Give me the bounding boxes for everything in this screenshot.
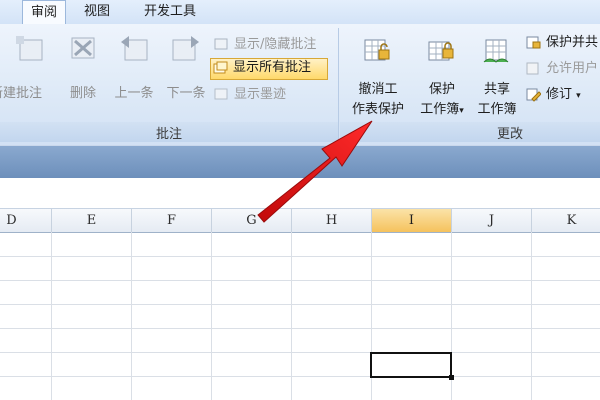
column-header-i[interactable]: I bbox=[372, 209, 452, 232]
grid-line bbox=[291, 232, 292, 400]
next-comment-button[interactable]: 下一条 bbox=[160, 32, 212, 102]
column-headers: D E F G H I J K bbox=[0, 209, 600, 233]
new-comment-button[interactable]: 新建批注 bbox=[0, 32, 58, 102]
fill-handle[interactable] bbox=[449, 375, 454, 380]
grid-line bbox=[0, 352, 600, 353]
unprotect-sheet-button[interactable]: 撤消工 作表保护 bbox=[346, 36, 410, 117]
previous-comment-button[interactable]: 上一条 bbox=[108, 32, 160, 102]
show-hide-comment-button[interactable]: 显示/隐藏批注 bbox=[212, 35, 332, 55]
grid-line bbox=[531, 232, 532, 400]
show-all-comments-button[interactable]: 显示所有批注 bbox=[210, 58, 328, 80]
unprotect-sheet-icon bbox=[364, 39, 390, 61]
grid-line bbox=[131, 232, 132, 400]
formula-bar-area bbox=[0, 145, 600, 178]
grid-line bbox=[0, 304, 600, 305]
grid-line bbox=[51, 232, 52, 400]
column-header-j[interactable]: J bbox=[452, 209, 532, 232]
excel-window: 审阅 视图 开发工具 批注 新建批注 删除 上一条 bbox=[0, 0, 600, 400]
formula-bar[interactable] bbox=[0, 178, 600, 209]
group-separator bbox=[338, 28, 339, 140]
dropdown-arrow-icon: ▾ bbox=[459, 106, 464, 116]
show-ink-button[interactable]: 显示墨迹 bbox=[212, 85, 322, 105]
column-header-d[interactable]: D bbox=[0, 209, 52, 232]
grid-line bbox=[211, 232, 212, 400]
allow-users-edit-ranges-button[interactable]: 允许用户 bbox=[524, 59, 600, 79]
column-header-h[interactable]: H bbox=[292, 209, 372, 232]
share-workbook-button[interactable]: 共享 工作簿 bbox=[472, 36, 522, 117]
track-changes-icon bbox=[526, 88, 541, 102]
column-header-e[interactable]: E bbox=[52, 209, 132, 232]
protect-and-share-icon bbox=[526, 36, 541, 49]
column-header-f[interactable]: F bbox=[132, 209, 212, 232]
column-header-g[interactable]: G bbox=[212, 209, 292, 232]
tab-view[interactable]: 视图 bbox=[76, 0, 118, 24]
show-ink-icon bbox=[214, 88, 228, 100]
share-workbook-icon bbox=[483, 39, 509, 63]
active-cell[interactable] bbox=[370, 352, 452, 378]
tab-developer[interactable]: 开发工具 bbox=[136, 0, 204, 24]
grid-line bbox=[0, 376, 600, 377]
ribbon: 批注 新建批注 删除 上一条 bbox=[0, 24, 600, 145]
next-comment-icon bbox=[172, 36, 199, 61]
ribbon-tab-bar: 审阅 视图 开发工具 bbox=[0, 0, 600, 25]
changes-group-label: 更改 bbox=[496, 127, 523, 142]
column-header-k[interactable]: K bbox=[532, 209, 600, 232]
previous-comment-icon bbox=[121, 36, 148, 61]
delete-comment-icon bbox=[71, 37, 95, 59]
protect-workbook-button[interactable]: 保护 工作簿▾ bbox=[414, 36, 470, 117]
cell-grid[interactable] bbox=[0, 232, 600, 400]
grid-line bbox=[0, 328, 600, 329]
protect-workbook-icon bbox=[428, 41, 454, 61]
tab-review[interactable]: 审阅 bbox=[22, 0, 67, 25]
grid-line bbox=[0, 280, 600, 281]
track-changes-button[interactable]: 修订 ▾ bbox=[524, 85, 600, 105]
protect-and-share-button[interactable]: 保护并共 bbox=[524, 33, 600, 53]
grid-line bbox=[0, 256, 600, 257]
delete-comment-button[interactable]: 删除 bbox=[62, 32, 104, 102]
show-all-comments-icon bbox=[213, 61, 228, 74]
new-comment-icon bbox=[16, 36, 43, 61]
comments-group-label: 批注 bbox=[155, 127, 182, 142]
allow-users-icon bbox=[526, 62, 539, 75]
dropdown-arrow-icon: ▾ bbox=[576, 91, 581, 101]
show-hide-comment-icon bbox=[214, 38, 228, 50]
